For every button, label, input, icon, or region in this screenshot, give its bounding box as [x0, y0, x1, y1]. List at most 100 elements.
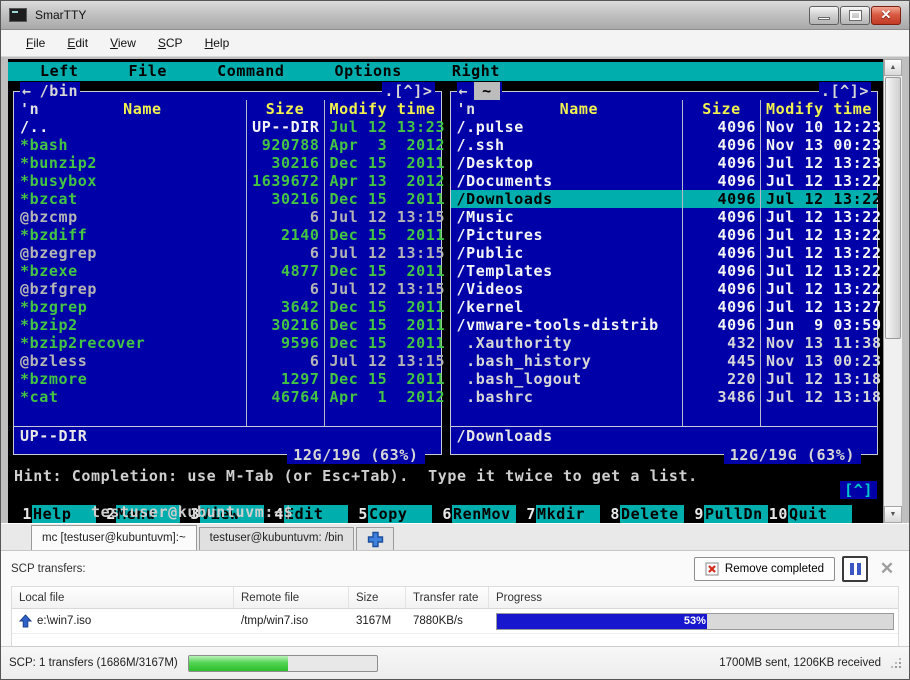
file-row[interactable]: *busybox 1639672 Apr 13 2012	[14, 172, 441, 190]
column-size[interactable]: Size	[682, 100, 760, 118]
file-row[interactable]: *bunzip2 30216 Dec 15 2011	[14, 154, 441, 172]
file-row[interactable]: /Music 4096 Jul 12 13:22	[451, 208, 878, 226]
file-row[interactable]: @bzfgrep 6 Jul 12 13:15	[14, 280, 441, 298]
panel-back-arrow-icon[interactable]: ←	[459, 82, 469, 100]
file-row[interactable]: .bashrc 3486 Jul 12 13:18	[451, 388, 878, 406]
file-row[interactable]: /.pulse 4096 Nov 10 12:23	[451, 118, 878, 136]
shell-prompt[interactable]: testuser@kubuntuvm:~$ [^]	[8, 485, 883, 503]
file-row[interactable]: .bash_logout 220 Jul 12 13:18	[451, 370, 878, 388]
function-key[interactable]: 10 Quit	[768, 505, 852, 524]
scrollbar-thumb[interactable]	[885, 77, 901, 339]
file-row[interactable]: /kernel 4096 Jul 12 13:27	[451, 298, 878, 316]
file-row[interactable]: /Pictures 4096 Jul 12 13:22	[451, 226, 878, 244]
file-row[interactable]: *bzexe 4877 Dec 15 2011	[14, 262, 441, 280]
left-panel-header[interactable]: 'nName Size Modify time	[14, 100, 441, 118]
file-row[interactable]: /Documents 4096 Jul 12 13:22	[451, 172, 878, 190]
function-key-label[interactable]: Copy	[368, 505, 432, 524]
file-row[interactable]: /vmware-tools-distrib 4096 Jun 9 03:59	[451, 316, 878, 334]
file-row[interactable]: *bzgrep 3642 Dec 15 2011	[14, 298, 441, 316]
file-row[interactable]: *bzip2 30216 Dec 15 2011	[14, 316, 441, 334]
session-tab[interactable]: mc [testuser@kubuntuvm]:~	[31, 525, 197, 550]
function-key[interactable]: 7 Mkdir	[516, 505, 600, 524]
function-key-label[interactable]: Edit	[284, 505, 348, 524]
mc-hint-line: Hint: Completion: use M-Tab (or Esc+Tab)…	[8, 467, 883, 485]
file-row[interactable]: *bash 920788 Apr 3 2012	[14, 136, 441, 154]
terminal-scrollbar[interactable]: ▲ ▼	[883, 59, 902, 523]
column-size[interactable]: Size	[349, 587, 406, 608]
panel-scroll-marker[interactable]: [^]	[840, 481, 877, 499]
function-key[interactable]: 8 Delete	[600, 505, 684, 524]
file-row[interactable]: /Videos 4096 Jul 12 13:22	[451, 280, 878, 298]
menu-item[interactable]: File	[15, 32, 56, 54]
transfer-row[interactable]: e:\win7.iso /tmp/win7.iso 3167M 7880KB/s…	[12, 609, 898, 634]
column-remote-file[interactable]: Remote file	[234, 587, 349, 608]
file-row[interactable]: .Xauthority 432 Nov 13 11:38	[451, 334, 878, 352]
status-traffic-counters: 1700MB sent, 1206KB received	[719, 657, 891, 669]
mc-left-panel[interactable]: ← /bin .[^]> 'nName Size Modify time /..	[13, 91, 442, 455]
mc-menu-item[interactable]: Command	[217, 62, 284, 81]
function-key[interactable]: 9 PullDn	[684, 505, 768, 524]
maximize-button[interactable]	[840, 6, 870, 25]
column-size[interactable]: Size	[246, 100, 324, 118]
file-row[interactable]: *cat 46764 Apr 1 2012	[14, 388, 441, 406]
menu-item[interactable]: View	[99, 32, 147, 54]
local-file-name: e:\win7.iso	[37, 615, 91, 627]
transfers-table-header[interactable]: Local file Remote file Size Transfer rat…	[12, 587, 898, 609]
scroll-up-icon[interactable]: ▲	[884, 59, 902, 76]
close-transfers-button[interactable]: ✕	[875, 557, 899, 581]
file-row[interactable]: /Desktop 4096 Jul 12 13:23	[451, 154, 878, 172]
mc-menu-item[interactable]: Left	[40, 62, 79, 81]
function-key-label[interactable]: Delete	[620, 505, 684, 524]
function-key-label[interactable]: Quit	[788, 505, 852, 524]
mc-right-panel[interactable]: ← ~ .[^]> 'nName Size Modify time /.puls…	[450, 91, 879, 455]
new-tab-button[interactable]	[356, 527, 394, 550]
file-row[interactable]: /.ssh 4096 Nov 13 00:23	[451, 136, 878, 154]
titlebar[interactable]: SmarTTY ✕	[1, 1, 909, 30]
menu-item[interactable]: Edit	[56, 32, 99, 54]
panel-back-arrow-icon[interactable]: ←	[22, 82, 32, 100]
remove-completed-button[interactable]: Remove completed	[694, 557, 835, 581]
left-panel-path[interactable]: ← /bin	[20, 82, 80, 100]
right-panel-path[interactable]: ← ~	[457, 82, 502, 100]
column-modify-time[interactable]: Modify time	[760, 100, 877, 118]
file-row[interactable]: .bash_history 445 Nov 13 00:23	[451, 352, 878, 370]
right-panel-corner-marker[interactable]: .[^]>	[819, 82, 871, 100]
pause-transfers-button[interactable]	[842, 556, 868, 582]
right-panel-header[interactable]: 'nName Size Modify time	[451, 100, 878, 118]
mc-menu-item[interactable]: File	[129, 62, 168, 81]
column-progress[interactable]: Progress	[489, 587, 898, 608]
menu-item[interactable]: SCP	[147, 32, 194, 54]
file-row[interactable]: *bzip2recover 9596 Dec 15 2011	[14, 334, 441, 352]
resize-grip[interactable]	[891, 658, 901, 668]
file-row[interactable]: /Templates 4096 Jul 12 13:22	[451, 262, 878, 280]
file-row[interactable]: /.. UP--DIR Jul 12 13:23	[14, 118, 441, 136]
mc-menu-item[interactable]: Right	[452, 62, 500, 81]
left-panel-corner-marker[interactable]: .[^]>	[382, 82, 434, 100]
function-key[interactable]: 6 RenMov	[432, 505, 516, 524]
close-button[interactable]: ✕	[871, 6, 901, 25]
file-row[interactable]: *bzmore 1297 Dec 15 2011	[14, 370, 441, 388]
terminal[interactable]: Left File Command Options Right ← /bin	[8, 59, 902, 523]
file-row[interactable]: @bzegrep 6 Jul 12 13:15	[14, 244, 441, 262]
column-modify-time[interactable]: Modify time	[324, 100, 441, 118]
function-key-label[interactable]: RenMov	[452, 505, 516, 524]
function-key-label[interactable]: PullDn	[704, 505, 768, 524]
function-key[interactable]: 5 Copy	[348, 505, 432, 524]
file-row[interactable]: /Public 4096 Jul 12 13:22	[451, 244, 878, 262]
file-row[interactable]: *bzdiff 2140 Dec 15 2011	[14, 226, 441, 244]
left-panel-path-label: /bin	[32, 82, 79, 100]
minimize-button[interactable]	[809, 6, 839, 25]
function-key-label[interactable]: Mkdir	[536, 505, 600, 524]
mc-menu-item[interactable]: Options	[334, 62, 401, 81]
scroll-down-icon[interactable]: ▼	[884, 506, 902, 523]
column-name[interactable]: Name	[560, 100, 599, 118]
menu-item[interactable]: Help	[194, 32, 241, 54]
column-transfer-rate[interactable]: Transfer rate	[406, 587, 489, 608]
file-row[interactable]: @bzcmp 6 Jul 12 13:15	[14, 208, 441, 226]
column-local-file[interactable]: Local file	[12, 587, 234, 608]
column-name[interactable]: Name	[123, 100, 162, 118]
file-row[interactable]: /Downloads 4096 Jul 12 13:22	[451, 190, 878, 208]
session-tab[interactable]: testuser@kubuntuvm: /bin	[199, 527, 355, 550]
file-row[interactable]: @bzless 6 Jul 12 13:15	[14, 352, 441, 370]
file-row[interactable]: *bzcat 30216 Dec 15 2011	[14, 190, 441, 208]
